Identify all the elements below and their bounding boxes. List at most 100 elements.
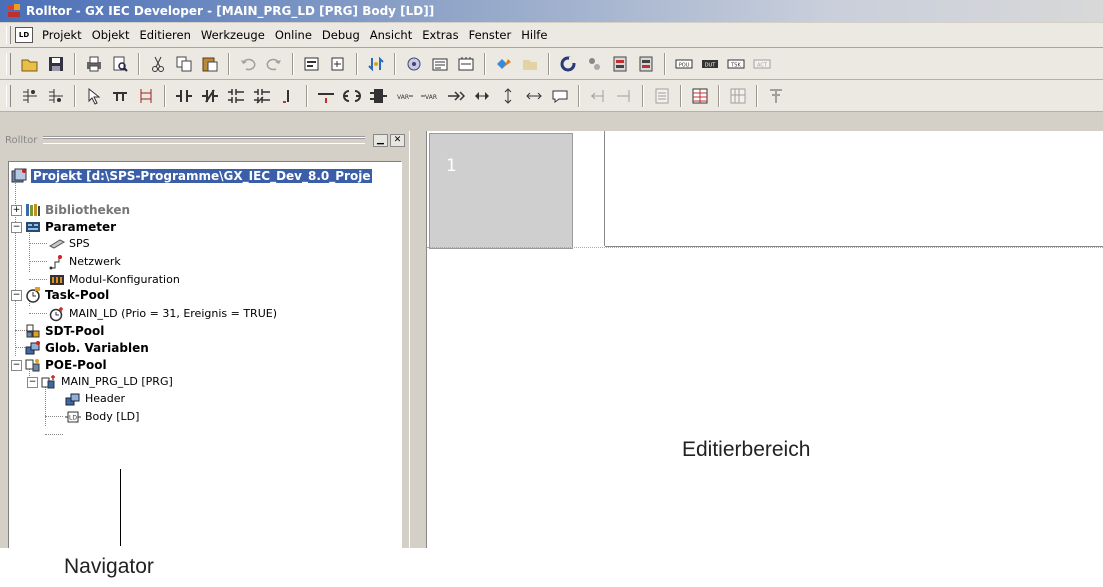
module2-icon[interactable]	[635, 53, 657, 75]
tree-item-project[interactable]: Projekt [d:\SPS-Programme\GX_IEC_Dev_8.0…	[11, 167, 373, 184]
print-icon[interactable]	[83, 53, 105, 75]
insert-left-icon[interactable]	[587, 85, 609, 107]
dut-icon[interactable]: DUT	[699, 53, 721, 75]
tree-item-sdt-pool[interactable]: SDT-Pool	[25, 322, 104, 339]
pin-icon[interactable]	[765, 85, 787, 107]
gvl-icon[interactable]: ACT	[751, 53, 773, 75]
menu-objekt[interactable]: Objekt	[87, 28, 135, 42]
toolbar-grip[interactable]	[6, 52, 11, 75]
pane-splitter[interactable]	[409, 131, 427, 548]
redo-icon[interactable]	[263, 53, 285, 75]
tree-item-main-prg-ld[interactable]: MAIN_PRG_LD [PRG]	[41, 373, 173, 390]
network-insert-above-icon[interactable]	[19, 85, 41, 107]
coil-icon[interactable]	[341, 85, 363, 107]
menubar-grip[interactable]	[6, 26, 11, 44]
horizontal-line-icon[interactable]	[315, 85, 337, 107]
menu-projekt[interactable]: Projekt	[37, 28, 87, 42]
copy-icon[interactable]	[173, 53, 195, 75]
compile-icon[interactable]	[403, 53, 425, 75]
vertical-connect-icon[interactable]	[497, 85, 519, 107]
menu-debug[interactable]: Debug	[317, 28, 365, 42]
navigator-drag-bar[interactable]	[43, 136, 365, 144]
network-number-cell[interactable]: 1	[429, 133, 573, 249]
vertical-line-icon[interactable]	[277, 85, 299, 107]
save-icon[interactable]	[45, 53, 67, 75]
close-icon[interactable]: ✕	[390, 133, 405, 147]
grid-view-icon[interactable]	[689, 85, 711, 107]
toolbar-separator	[292, 52, 294, 75]
pou-icon[interactable]: POU	[673, 53, 695, 75]
tree-item-task-pool[interactable]: Task-Pool	[25, 286, 109, 303]
tree-item-parameter[interactable]: Parameter	[25, 218, 116, 235]
expand-toggle[interactable]: +	[11, 205, 22, 216]
tree-item-label: Modul-Konfiguration	[69, 273, 180, 286]
contact-parallel-nc-icon[interactable]	[251, 85, 273, 107]
minimize-icon[interactable]: ▁	[373, 133, 388, 147]
open-object-icon[interactable]	[327, 53, 349, 75]
contact-no-icon[interactable]	[173, 85, 195, 107]
menu-ansicht[interactable]: Ansicht	[365, 28, 417, 42]
contact-nc-icon[interactable]	[199, 85, 221, 107]
tools-icon[interactable]	[583, 53, 605, 75]
online-icon[interactable]	[493, 53, 515, 75]
insert-right-icon[interactable]	[613, 85, 635, 107]
print-preview-icon[interactable]	[109, 53, 131, 75]
var-output-icon[interactable]: VAR	[419, 85, 441, 107]
navigator-header[interactable]: Rolltor ▁ ✕	[5, 133, 405, 147]
collapse-toggle[interactable]: −	[27, 377, 38, 388]
select-pointer-icon[interactable]	[83, 85, 105, 107]
monitor-table-icon[interactable]	[727, 85, 749, 107]
cut-icon[interactable]	[147, 53, 169, 75]
paste-icon[interactable]	[199, 53, 221, 75]
properties-icon[interactable]	[301, 53, 323, 75]
open-folder-icon[interactable]	[19, 53, 41, 75]
undo-icon[interactable]	[237, 53, 259, 75]
tree-item-glob-variablen[interactable]: Glob. Variablen	[25, 339, 149, 356]
jump-icon[interactable]	[445, 85, 467, 107]
task-icon[interactable]: TSK	[725, 53, 747, 75]
transfer-icon[interactable]	[365, 53, 387, 75]
title-bar[interactable]: Rolltor - GX IEC Developer - [MAIN_PRG_L…	[0, 0, 1103, 22]
horizontal-connect-icon[interactable]	[523, 85, 545, 107]
ladder-editor[interactable]: 1	[427, 131, 1103, 548]
svg-text:ACT: ACT	[757, 62, 768, 68]
tree-item-header[interactable]: Header	[65, 390, 125, 407]
line-icon[interactable]	[109, 85, 131, 107]
tree-item-main-ld-task[interactable]: MAIN_LD (Prio = 31, Ereignis = TRUE)	[49, 305, 277, 322]
variable-list-icon[interactable]	[651, 85, 673, 107]
tree-item-label: MAIN_PRG_LD [PRG]	[61, 375, 173, 388]
network-insert-below-icon[interactable]	[45, 85, 67, 107]
return-icon[interactable]	[471, 85, 493, 107]
tree-item-body-ld[interactable]: LD Body [LD]	[65, 408, 139, 425]
refresh-icon[interactable]	[557, 53, 579, 75]
menu-online[interactable]: Online	[270, 28, 317, 42]
comment-icon[interactable]	[549, 85, 571, 107]
rebuild-icon[interactable]	[455, 53, 477, 75]
svg-text:DUT: DUT	[705, 62, 717, 68]
collapse-toggle[interactable]: −	[11, 222, 22, 233]
collapse-toggle[interactable]: −	[11, 360, 22, 371]
tree-item-bibliotheken[interactable]: Bibliotheken	[25, 201, 130, 218]
menu-werkzeuge[interactable]: Werkzeuge	[196, 28, 270, 42]
menu-hilfe[interactable]: Hilfe	[516, 28, 552, 42]
menu-fenster[interactable]: Fenster	[464, 28, 517, 42]
module-icon[interactable]	[609, 53, 631, 75]
svg-text:TSK: TSK	[730, 62, 741, 68]
menu-extras[interactable]: Extras	[417, 28, 463, 42]
ld-document-icon[interactable]: LD	[15, 27, 33, 43]
menu-editieren[interactable]: Editieren	[134, 28, 195, 42]
svg-text:POU: POU	[679, 62, 690, 68]
tree-item-sps[interactable]: SPS	[48, 235, 90, 252]
var-input-icon[interactable]: VAR	[393, 85, 415, 107]
toolbar-grip[interactable]	[6, 84, 11, 107]
contact-parallel-icon[interactable]	[225, 85, 247, 107]
monitor-icon[interactable]	[519, 53, 541, 75]
collapse-toggle[interactable]: −	[11, 290, 22, 301]
project-tree[interactable]: Projekt [d:\SPS-Programme\GX_IEC_Dev_8.0…	[8, 161, 402, 548]
tree-item-poe-pool[interactable]: POE-Pool	[25, 356, 107, 373]
ladder-edit-icon[interactable]	[135, 85, 157, 107]
tree-item-netzwerk[interactable]: Netzwerk	[49, 253, 121, 270]
function-block-icon[interactable]	[367, 85, 389, 107]
build-icon[interactable]	[429, 53, 451, 75]
tree-item-label: SDT-Pool	[45, 323, 105, 338]
